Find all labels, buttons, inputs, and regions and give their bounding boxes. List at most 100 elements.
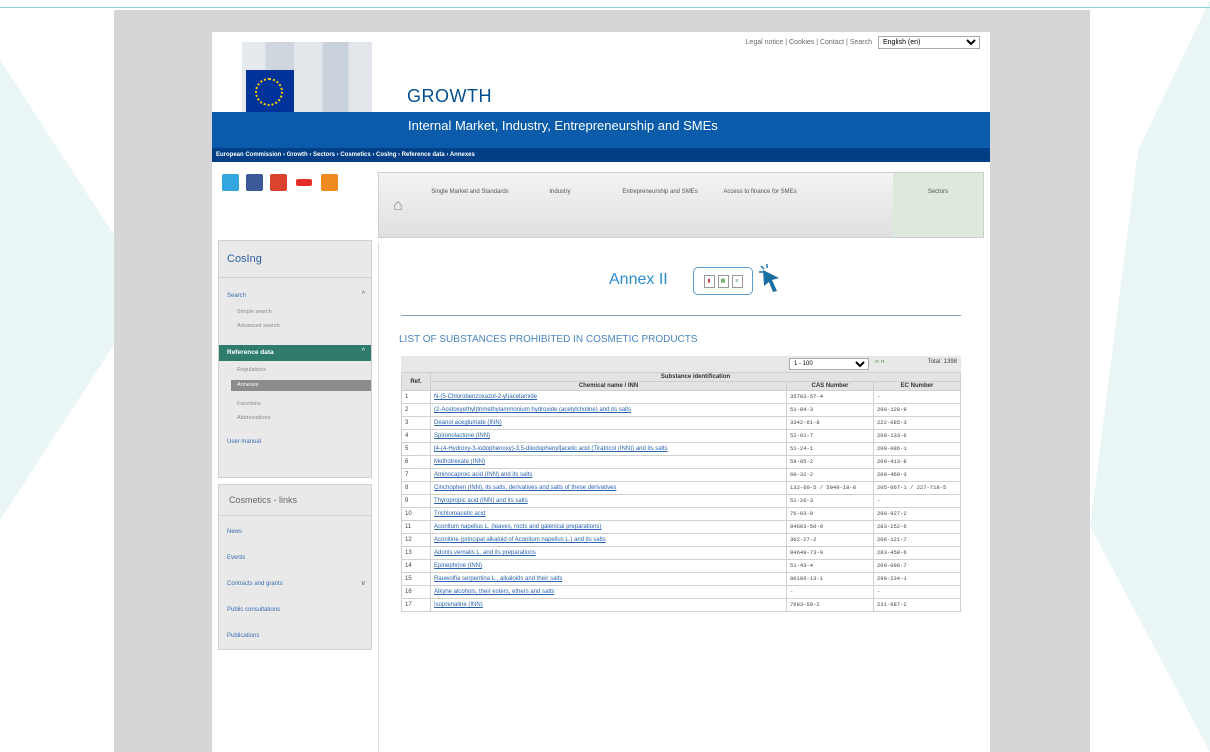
cas-cell: 52-01-7 [786,429,874,443]
ref-cell: 10 [401,507,431,521]
sidebar2-item-publications[interactable]: Publications [227,633,259,639]
table-row: 3 Deanol aceglumate (INN) 3342-61-8 222-085… [401,416,961,430]
utility-links[interactable]: Legal notice | Cookies | Contact | Searc… [746,39,872,46]
sidebar-item-reference-data[interactable]: Reference data [219,345,371,361]
cas-cell: 76-03-9 [786,507,874,521]
chemical-name-link[interactable]: Deanol aceglumate (INN) [430,416,787,430]
main-navigation: ⌂ Single Market and Standards Industry E… [378,172,984,238]
nav-item-single-market[interactable]: Single Market and Standards [425,187,515,197]
sidebar-item-user-manual[interactable]: User manual [227,439,261,445]
chemical-name-link[interactable]: Thyropropic acid (INN) and its salts [430,494,787,508]
ref-cell: 4 [401,429,431,443]
table-row: 2 (2-Acetoxyethyl)trimethylammonium hydro… [401,403,961,417]
chemical-name-link[interactable]: Cinchophen (INN), its salts, derivatives… [430,481,787,495]
table-row: 12 Aconitine (principal alkaloid of Aconi… [401,533,961,547]
name-header: Chemical name / INN [430,381,787,391]
chemical-name-link[interactable]: Alkyne alcohols, their esters, ethers an… [430,585,787,599]
cas-cell: 7683-59-2 [786,598,874,612]
chemical-name-link[interactable]: Spironolactone (INN) [430,429,787,443]
chemical-name-link[interactable]: N-(5-Chlorobenzoxazol-2-yl)acetamide [430,390,787,404]
sidebar-item-abbreviations[interactable]: Abbreviations [237,415,270,421]
ref-cell: 6 [401,455,431,469]
breadcrumb[interactable]: European Commission › Growth › Sectors ›… [212,148,990,162]
cas-cell: 51-26-3 [786,494,874,508]
nav-item-industry[interactable]: Industry [515,187,605,197]
chemical-name-link[interactable]: Trichloroacetic acid [430,507,787,521]
cas-cell: 51-43-4 [786,559,874,573]
cas-cell: 302-27-2 [786,533,874,547]
ref-cell: 3 [401,416,431,430]
language-select[interactable]: English (en) [878,36,980,49]
list-title: LIST OF SUBSTANCES PROHIBITED IN COSMETI… [399,334,698,345]
csv-icon[interactable]: ≡ [731,274,743,288]
sidebar2-item-contracts[interactable]: Contracts and grants [227,581,283,587]
sidebar2-item-events[interactable]: Events [227,555,245,561]
ec-cell: 200-133-6 [873,429,961,443]
chemical-name-link[interactable]: Methotrexate (INN) [430,455,787,469]
ec-cell: - [873,585,961,599]
pdf-icon[interactable]: ▮ [703,274,715,288]
ec-cell: 200-098-7 [873,559,961,573]
sidebar-item-regulations[interactable]: Regulations [237,367,266,373]
nav-item-finance[interactable]: Access to finance for SMEs [715,187,805,197]
ref-cell: 2 [401,403,431,417]
sidebar2-divider [219,515,371,516]
ref-cell: 8 [401,481,431,495]
table-row: 15 Rauwolfia serpentina L., alkaloids and… [401,572,961,586]
chemical-name-link[interactable]: Adonis vernalis L. and its preparations [430,546,787,560]
sidebar2-title: Cosmetics - links [229,495,298,505]
ref-cell: 17 [401,598,431,612]
chevron-up-icon[interactable]: ^ [362,348,365,355]
ref-cell: 5 [401,442,431,456]
ref-cell: 12 [401,533,431,547]
chemical-name-link[interactable]: Rauwolfia serpentina L., alkaloids and t… [430,572,787,586]
cas-cell: 3342-61-8 [786,416,874,430]
home-icon[interactable]: ⌂ [393,197,403,215]
nav-item-sectors[interactable]: Sectors [893,187,983,197]
chevron-down-icon[interactable]: v [362,580,366,587]
social-links [222,174,338,191]
twitter-icon[interactable] [222,174,239,191]
chemical-name-link[interactable]: Aminocaproic acid (INN) and its salts [430,468,787,482]
sidebar-item-simple-search[interactable]: Simple search [237,309,272,315]
excel-icon[interactable]: ▦ [717,274,729,288]
chemical-name-link[interactable]: Epinephrine (INN) [430,559,787,573]
googleplus-icon[interactable] [270,174,287,191]
ref-cell: 16 [401,585,431,599]
nav-item-entrepreneurship[interactable]: Entrepreneurship and SMEs [615,187,705,197]
ec-header: EC Number [873,381,961,391]
table-row: 13 Adonis vernalis L. and its preparation… [401,546,961,560]
rss-icon[interactable] [321,174,338,191]
cosing-sidebar: CosIng Search ^ Simple search Advanced s… [218,240,372,478]
pagination-arrows[interactable]: ›› ›› [875,359,885,365]
chemical-name-link[interactable]: Isoprenaline (INN) [430,598,787,612]
table-row: 11 Aconitum napellus L. (leaves, roots an… [401,520,961,534]
sidebar2-item-consultations[interactable]: Public consultations [227,607,280,613]
chemical-name-link[interactable]: [4-(4-Hydroxy-3-iodophenoxy)-3,5-diiodop… [430,442,787,456]
ref-cell: 9 [401,494,431,508]
youtube-icon[interactable] [294,174,314,191]
ec-cell: 200-927-2 [873,507,961,521]
chevron-up-icon[interactable]: ^ [362,291,365,298]
reference-data-label: Reference data [227,349,274,356]
range-select[interactable]: 1 - 100 [789,358,869,370]
chemical-name-link[interactable]: Aconitum napellus L. (leaves, roots and … [430,520,787,534]
sidebar-item-search[interactable]: Search [227,293,246,299]
ec-cell: 231-687-2 [873,598,961,612]
sidebar2-item-news[interactable]: News [227,529,242,535]
sidebar-item-annexes[interactable]: Annexes [231,380,371,391]
sidebar-item-advanced-search[interactable]: Advanced search [237,323,280,329]
export-icons: ▮ ▦ ≡ [693,267,753,295]
cas-header: CAS Number [786,381,874,391]
group-header: Substance identification [430,372,961,382]
chemical-name-link[interactable]: (2-Acetoxyethyl)trimethylammonium hydrox… [430,403,787,417]
table-toolbar: 1 - 100 ›› ›› Total: 1398 [401,356,961,372]
eu-flag-icon [246,70,294,116]
sidebar-item-functions[interactable]: Functions [237,401,261,407]
facebook-icon[interactable] [246,174,263,191]
ref-cell: 13 [401,546,431,560]
annex-title: Annex II [609,271,668,288]
ec-cell: 206-121-7 [873,533,961,547]
utility-bar: Legal notice | Cookies | Contact | Searc… [746,36,980,49]
chemical-name-link[interactable]: Aconitine (principal alkaloid of Aconitu… [430,533,787,547]
